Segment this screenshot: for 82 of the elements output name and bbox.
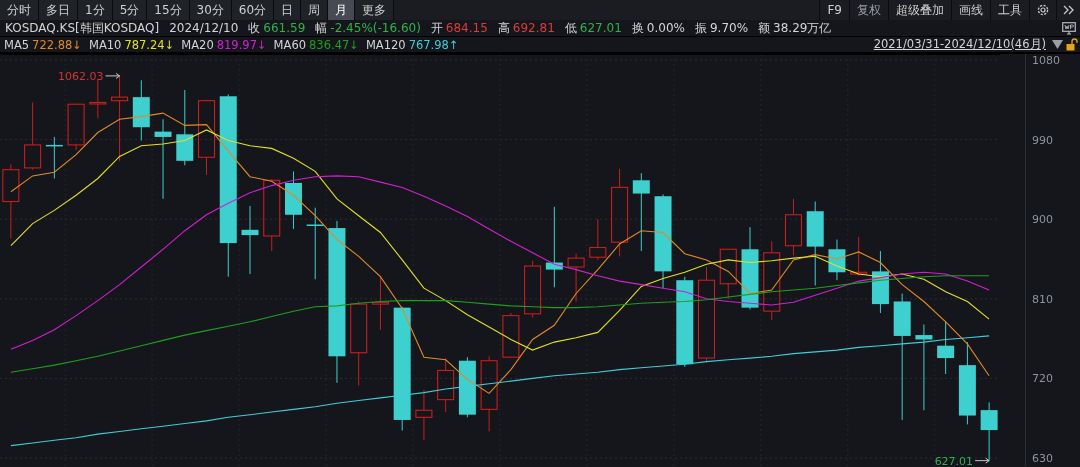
rising-candlestick [437,357,455,413]
field-label: 换 [631,19,644,37]
axis-label: 810 [1032,292,1053,306]
field-label: 收 [248,19,261,37]
unlocked-padlock-icon[interactable] [1066,38,1078,51]
ma-value: 819.97↓ [216,37,267,52]
dropdown-triangle-icon[interactable] [1052,40,1063,49]
pointer-arrow [105,72,121,79]
falling-candlestick [132,79,150,141]
falling-candlestick [45,136,63,179]
field-value: 0.00% [646,21,685,35]
ma-name: MA5 [4,37,30,52]
field-label: 高 [497,19,510,37]
ma-value: 787.24↓ [124,37,175,52]
axis-label: 720 [1032,372,1053,386]
falling-candlestick [241,205,259,275]
field-value: -2.45%(-16.60) [330,21,421,35]
ma-name: MA10 [89,37,122,52]
toolbar-button[interactable]: 超级叠加 [888,0,951,20]
rising-candlestick [67,103,85,151]
period-tab[interactable]: 日 [274,0,302,20]
field-value: 9.70% [709,21,749,35]
axis-label: 630 [1032,452,1053,465]
field-label: 幅 [315,19,328,37]
period-tab[interactable]: 分时 [0,0,39,20]
double-chevron-icon[interactable] [1063,5,1074,15]
ma-value: 767.98↑ [408,37,459,52]
ma-name: MA60 [273,37,307,52]
falling-candlestick [828,239,846,281]
field-label: 低 [564,19,577,37]
period-tab[interactable]: 月 [328,0,356,20]
symbol-label: KOSDAQ.KS[韩国KOSDAQ] [5,19,160,37]
rising-candlestick [524,260,542,318]
rising-candlestick [371,275,389,331]
falling-candlestick [458,356,476,418]
field-label: 开 [430,19,443,37]
toolbar-button[interactable]: 工具 [990,0,1029,20]
monitor-icon[interactable] [1062,21,1076,35]
ma-value: 722.88↓ [32,37,82,52]
field-value: 684.15 [445,21,488,35]
period-tab[interactable]: 更多 [355,0,395,20]
period-tab[interactable]: 多日 [39,0,78,20]
ma-value: 836.47↓ [309,37,359,52]
period-tab[interactable]: 5分 [112,0,148,20]
period-tab[interactable]: 30分 [189,0,232,20]
field-value: 661.59 [263,21,306,35]
period-tab[interactable]: 15分 [147,0,190,20]
date-range-link[interactable]: 2021/03/31-2024/12/10(46月) [873,37,1046,52]
falling-candlestick [871,250,889,314]
axis-label: 900 [1032,213,1053,227]
rising-candlestick [502,312,520,359]
rising-candlestick [784,198,803,256]
ma-name: MA20 [181,37,214,52]
price-label: 627.01 [934,454,974,467]
period-tab[interactable]: 周 [301,0,329,20]
field-value: 692.81 [512,21,555,35]
field-value: 627.01 [579,21,622,35]
field-value: 38.29万亿 [773,19,832,37]
toolbar-button[interactable]: F9 [819,0,849,20]
price-label: 1062.03 [58,69,104,83]
toolbar-button[interactable]: 复权 [849,0,888,20]
falling-candlestick [285,170,302,230]
pointer-arrow [974,457,990,464]
ma-name: MA120 [365,37,406,52]
date-label: 2024/12/10 [169,21,239,35]
settings-icon[interactable] [1036,3,1050,17]
falling-candlestick [937,321,955,375]
rising-candlestick [719,248,737,300]
rising-candlestick [24,101,42,171]
field-label: 振 [694,19,707,37]
falling-candlestick [980,401,998,462]
rising-candlestick [589,218,607,261]
field-label: 额 [758,19,771,37]
period-tab[interactable]: 1分 [78,0,113,20]
toolbar-button[interactable]: 画线 [951,0,990,20]
rising-candlestick [415,389,433,441]
axis-label: 990 [1032,133,1053,147]
period-tab[interactable]: 60分 [231,0,275,20]
rising-candlestick [567,253,585,302]
rising-candlestick [850,236,868,277]
axis-label: 1080 [1032,54,1060,67]
rising-candlestick [89,78,107,119]
